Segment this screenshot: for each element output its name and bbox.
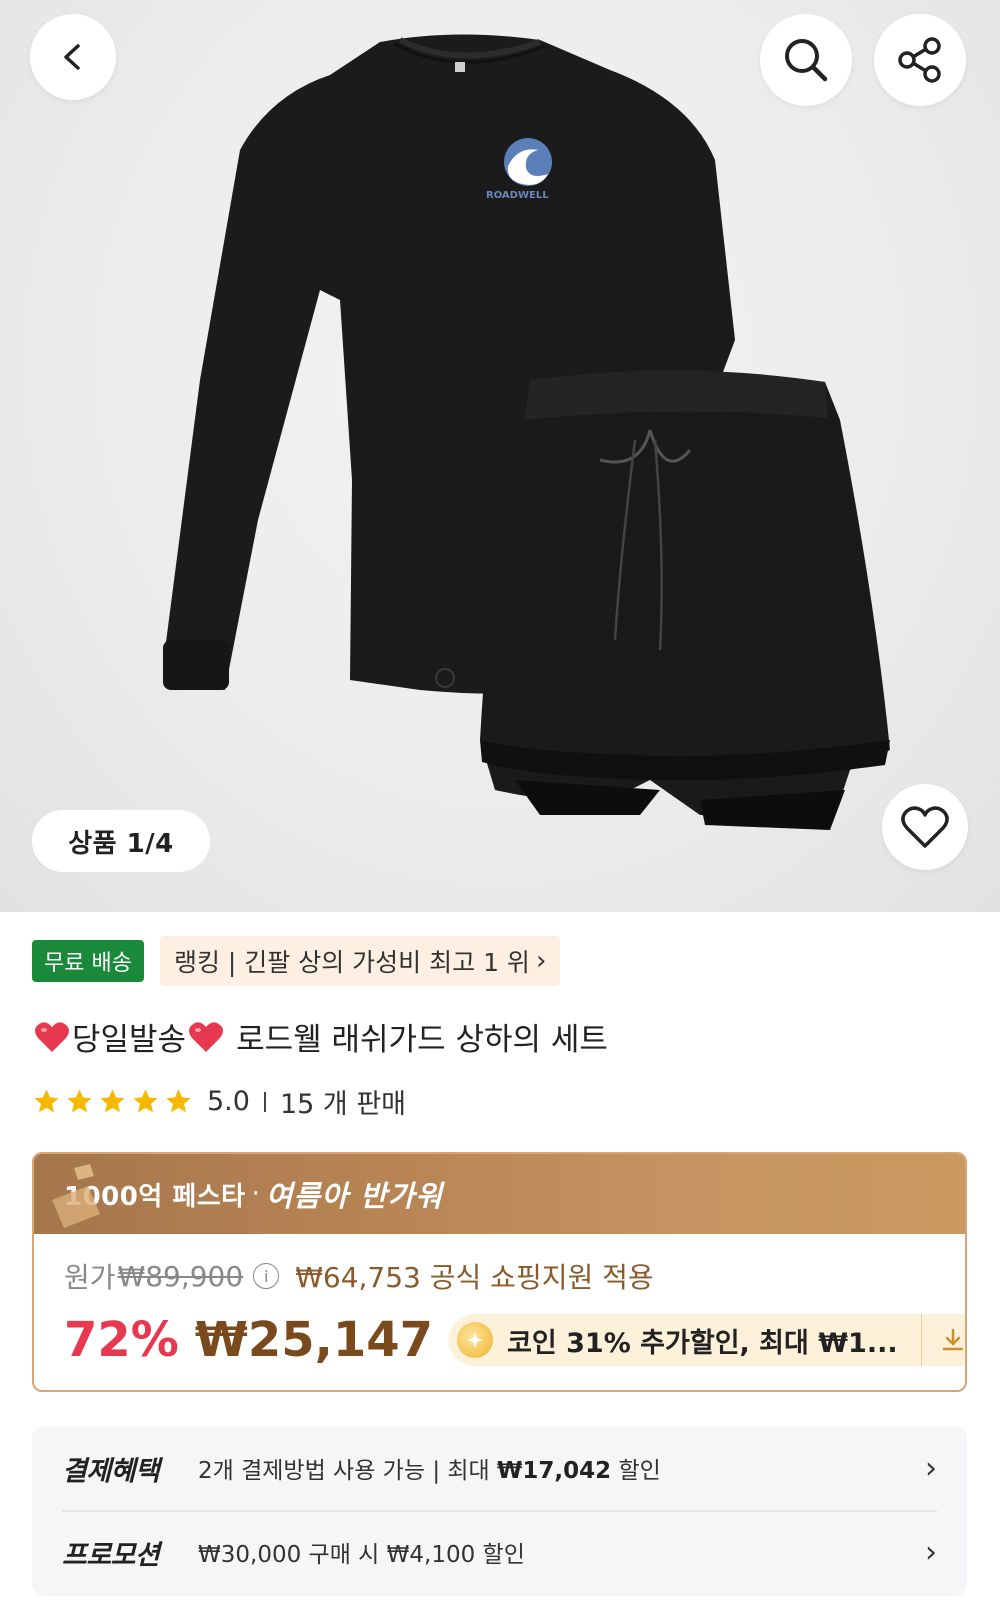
- discount-rate: 72%: [64, 1312, 179, 1368]
- title-main: 로드웰 래쉬가드 상하의 세트: [236, 1022, 608, 1058]
- red-heart-icon: [35, 1021, 69, 1052]
- final-price: ₩25,147: [194, 1312, 434, 1368]
- payment-desc-suffix: 할인: [611, 1458, 661, 1484]
- wishlist-button[interactable]: [882, 784, 968, 870]
- coin-discount-text: 코인 31% 추가할인, 최대 ₩1...: [507, 1327, 898, 1359]
- star-icon: [133, 1089, 158, 1113]
- product-image-carousel[interactable]: ROADWELL 상품 1/4: [0, 0, 1000, 912]
- original-price: ₩89,900: [117, 1259, 244, 1293]
- sales-count: 15 개 판매: [279, 1089, 406, 1120]
- title-prefix: 당일발송: [72, 1022, 187, 1058]
- star-icon: [100, 1089, 125, 1113]
- payment-benefit-desc: 2개 결제방법 사용 가능 | 최대 ₩17,042 할인: [198, 1451, 925, 1485]
- chevron-right-icon: ›: [925, 1450, 937, 1486]
- ranking-badge[interactable]: 랭킹 | 긴팔 상의 가성비 최고 1 위 ›: [159, 936, 561, 986]
- download-icon[interactable]: [921, 1314, 965, 1366]
- search-icon: [785, 39, 828, 82]
- promo-banner[interactable]: 1000억 페스타 · 여름아 반가워: [34, 1154, 965, 1234]
- search-button[interactable]: [760, 14, 852, 106]
- payment-benefit-row[interactable]: 결제혜택 2개 결제방법 사용 가능 | 최대 ₩17,042 할인 ›: [62, 1438, 937, 1498]
- benefit-divider: [62, 1510, 937, 1512]
- shopping-support-text: ₩64,753 공식 쇼핑지원 적용: [295, 1261, 654, 1294]
- share-button[interactable]: [874, 14, 966, 106]
- rating-divider: [263, 1091, 266, 1112]
- promotion-label: 프로모션: [62, 1539, 160, 1571]
- chevron-right-icon: ›: [925, 1534, 937, 1570]
- star-icon: [34, 1089, 59, 1113]
- original-price-label: 원가: [64, 1261, 116, 1294]
- red-heart-icon: [189, 1021, 224, 1052]
- payment-desc-text: 2개 결제방법 사용 가능 | 최대: [198, 1458, 498, 1484]
- ticket-icon: [52, 1164, 100, 1228]
- star-icon: [166, 1089, 191, 1113]
- original-price-row: 원가 ₩89,900 i ₩64,753 공식 쇼핑지원 적용: [64, 1256, 654, 1296]
- promo-dot: ·: [251, 1179, 260, 1209]
- promotion-desc: ₩30,000 구매 시 ₩4,100 할인: [198, 1542, 525, 1568]
- star-icon: [67, 1089, 92, 1113]
- ranking-text: 랭킹 | 긴팔 상의 가성비 최고 1 위: [173, 948, 530, 977]
- heart-outline-icon: [901, 806, 949, 848]
- back-arrow-icon: [64, 44, 80, 70]
- benefits-panel: 결제혜택 2개 결제방법 사용 가능 | 최대 ₩17,042 할인 › 프로모…: [32, 1426, 967, 1596]
- rating-row[interactable]: 5.0 15 개 판매: [32, 1082, 406, 1121]
- coin-icon: [457, 1322, 494, 1358]
- rating-score: 5.0: [207, 1086, 250, 1117]
- promo-summer-text: 여름아 반가워: [265, 1179, 444, 1213]
- product-title: 당일발송 로드웰 래쉬가드 상하의 세트: [32, 1014, 608, 1059]
- promotion-row[interactable]: 프로모션 ₩30,000 구매 시 ₩4,100 할인 ›: [62, 1522, 937, 1582]
- shirt-logo-text: ROADWELL: [486, 190, 549, 201]
- chevron-right-icon: ›: [535, 946, 547, 976]
- share-icon: [898, 37, 941, 83]
- payment-benefit-label: 결제혜택: [62, 1455, 160, 1487]
- product-photo: ROADWELL: [163, 34, 890, 830]
- back-button[interactable]: [30, 14, 116, 100]
- info-icon[interactable]: i: [253, 1263, 280, 1289]
- image-page-indicator: 상품 1/4: [32, 810, 210, 872]
- coin-discount-button[interactable]: 코인 31% 추가할인, 최대 ₩1...: [449, 1314, 965, 1366]
- star-rating: [32, 1087, 193, 1116]
- product-tags: 무료 배송 랭킹 | 긴팔 상의 가성비 최고 1 위 ›: [32, 936, 561, 986]
- payment-max-amount: ₩17,042: [497, 1458, 612, 1484]
- final-price-row: 72% ₩25,147 코인 31% 추가할인, 최대 ₩1...: [64, 1312, 965, 1368]
- price-panel: 1000억 페스타 · 여름아 반가워 원가 ₩89,900 i ₩64,753…: [32, 1152, 967, 1392]
- free-shipping-badge: 무료 배송: [32, 940, 144, 982]
